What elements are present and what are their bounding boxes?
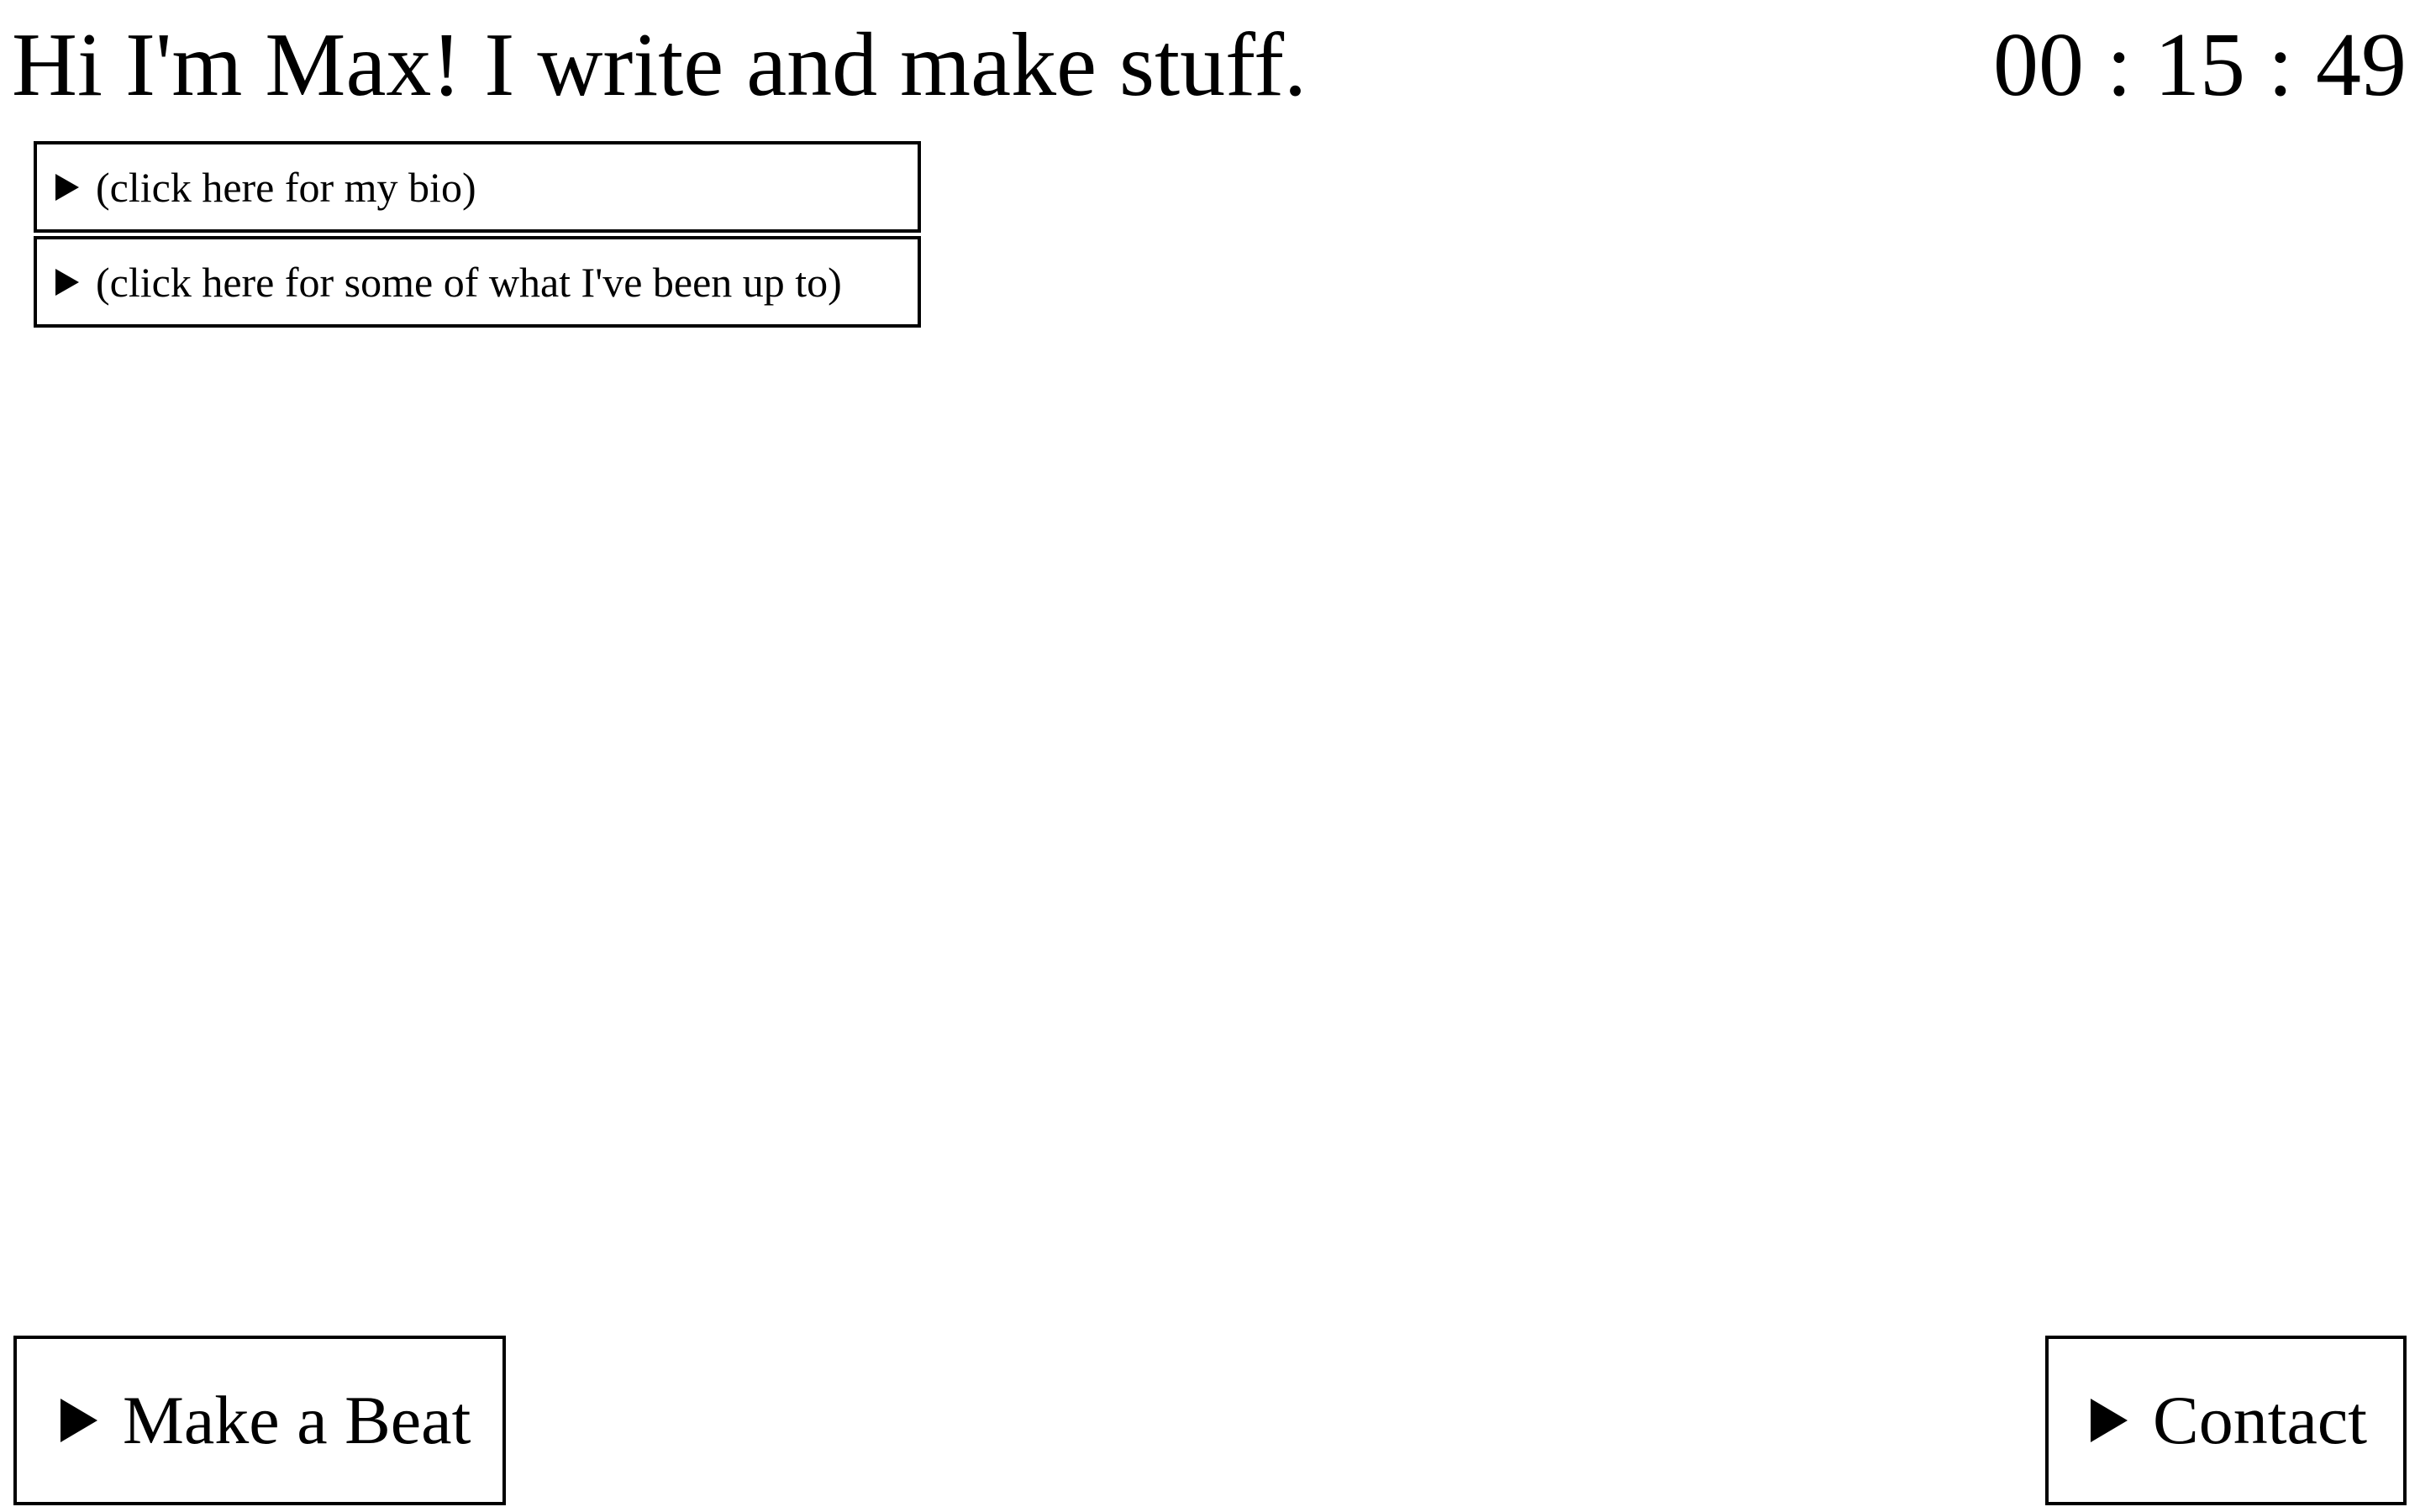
- page-title: Hi I'm Max! I write and make stuff.: [12, 15, 1307, 115]
- page: Hi I'm Max! I write and make stuff. 00 :…: [0, 0, 2420, 1512]
- triangle-right-icon: [55, 173, 79, 201]
- make-a-beat-button[interactable]: Make a Beat: [13, 1336, 506, 1505]
- details-stack: (click here for my bio) (click here for …: [34, 141, 921, 328]
- activity-toggle[interactable]: (click here for some of what I've been u…: [34, 236, 921, 328]
- contact-label: Contact: [2153, 1382, 2368, 1458]
- clock-display: 00 : 15 : 49: [1992, 15, 2407, 115]
- triangle-right-icon: [60, 1399, 97, 1442]
- triangle-right-icon: [55, 268, 79, 296]
- triangle-right-icon: [2091, 1399, 2128, 1442]
- activity-toggle-label: (click here for some of what I've been u…: [96, 258, 842, 306]
- bio-toggle[interactable]: (click here for my bio): [34, 141, 921, 233]
- make-a-beat-label: Make a Beat: [123, 1382, 471, 1458]
- bio-toggle-label: (click here for my bio): [96, 163, 476, 211]
- contact-button[interactable]: Contact: [2045, 1336, 2407, 1505]
